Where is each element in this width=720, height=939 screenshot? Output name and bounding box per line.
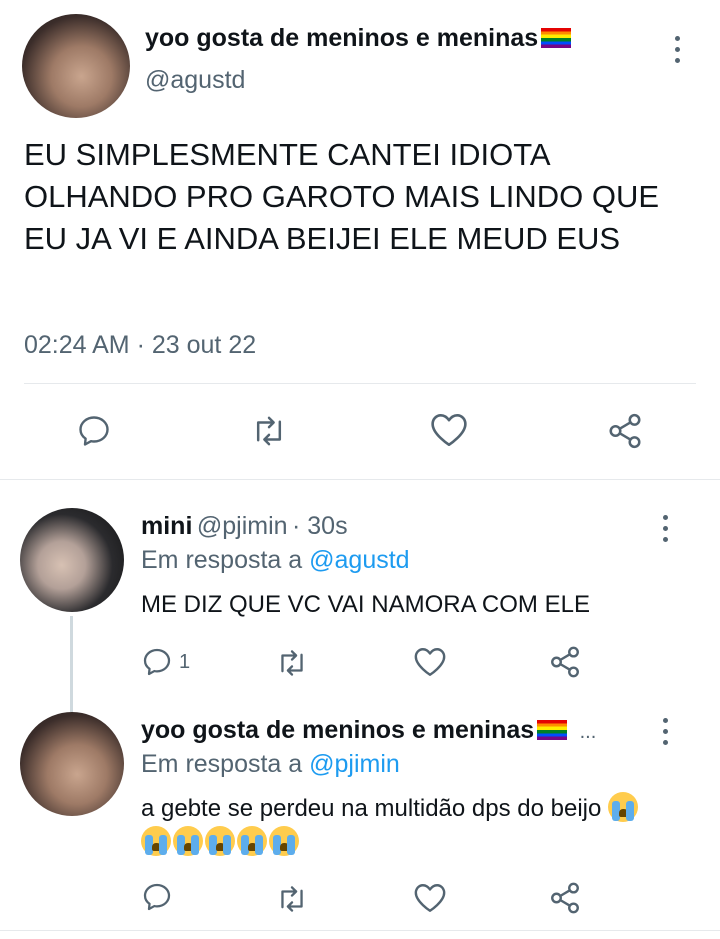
reply-icon[interactable] bbox=[141, 881, 173, 913]
reply-author-handle: ... bbox=[579, 721, 597, 743]
reply-time: · 30s bbox=[292, 512, 348, 540]
replying-to-link[interactable]: @agustd bbox=[309, 546, 409, 574]
like-icon[interactable] bbox=[413, 646, 447, 678]
author-handle[interactable]: @agustd bbox=[145, 66, 245, 95]
tweet-text: EU SIMPLESMENTE CANTEI IDIOTA OLHANDO PR… bbox=[24, 137, 660, 256]
divider bbox=[0, 479, 720, 480]
like-icon[interactable] bbox=[413, 882, 447, 914]
reply-author-name[interactable]: mini bbox=[141, 512, 192, 540]
loudly-crying-face-icon bbox=[205, 826, 235, 856]
author-name[interactable]: yoo gosta de meninos e meninas bbox=[145, 24, 572, 53]
loudly-crying-face-icon bbox=[141, 826, 171, 856]
divider bbox=[24, 383, 696, 384]
reply-icon[interactable]: 1 bbox=[141, 646, 190, 678]
retweet-icon[interactable] bbox=[275, 884, 309, 914]
replying-to: Em resposta a @agustd bbox=[141, 546, 410, 574]
reply-header: yoo gosta de meninos e meninas ... bbox=[141, 716, 596, 745]
reply-author-name[interactable]: yoo gosta de meninos e meninas bbox=[141, 716, 568, 744]
divider bbox=[0, 930, 720, 931]
reply-author-avatar[interactable] bbox=[20, 508, 124, 612]
reply-text: a gebte se perdeu na multidão dps do bei… bbox=[141, 792, 661, 860]
reply-author-avatar[interactable] bbox=[20, 712, 124, 816]
thread-line bbox=[70, 616, 73, 712]
replying-to-link[interactable]: @pjimin bbox=[309, 750, 400, 778]
replying-to: Em resposta a @pjimin bbox=[141, 750, 400, 778]
author-avatar[interactable] bbox=[22, 14, 130, 118]
loudly-crying-face-icon bbox=[608, 792, 639, 822]
retweet-icon[interactable] bbox=[275, 648, 309, 678]
rainbow-flag-icon bbox=[541, 28, 572, 48]
more-options-icon[interactable] bbox=[663, 515, 669, 548]
more-options-icon[interactable] bbox=[663, 718, 669, 751]
reply-text: ME DIZ QUE VC VAI NAMORA COM ELE bbox=[141, 591, 590, 618]
reply-header: mini @pjimin · 30s bbox=[141, 512, 348, 541]
more-options-icon[interactable] bbox=[675, 36, 681, 69]
reply-count: 1 bbox=[179, 650, 191, 673]
loudly-crying-face-icon bbox=[237, 826, 267, 856]
retweet-icon[interactable] bbox=[250, 414, 288, 448]
reply-author-handle[interactable]: @pjimin bbox=[197, 512, 288, 540]
like-icon[interactable] bbox=[429, 412, 469, 448]
share-icon[interactable] bbox=[548, 645, 582, 679]
loudly-crying-face-icon bbox=[173, 826, 203, 856]
share-icon[interactable] bbox=[548, 881, 582, 915]
rainbow-flag-icon bbox=[537, 720, 568, 740]
reply-icon[interactable] bbox=[76, 413, 112, 449]
loudly-crying-face-icon bbox=[269, 826, 299, 856]
tweet-timestamp[interactable]: 02:24 AM · 23 out 22 bbox=[24, 331, 256, 360]
share-icon[interactable] bbox=[605, 412, 645, 450]
